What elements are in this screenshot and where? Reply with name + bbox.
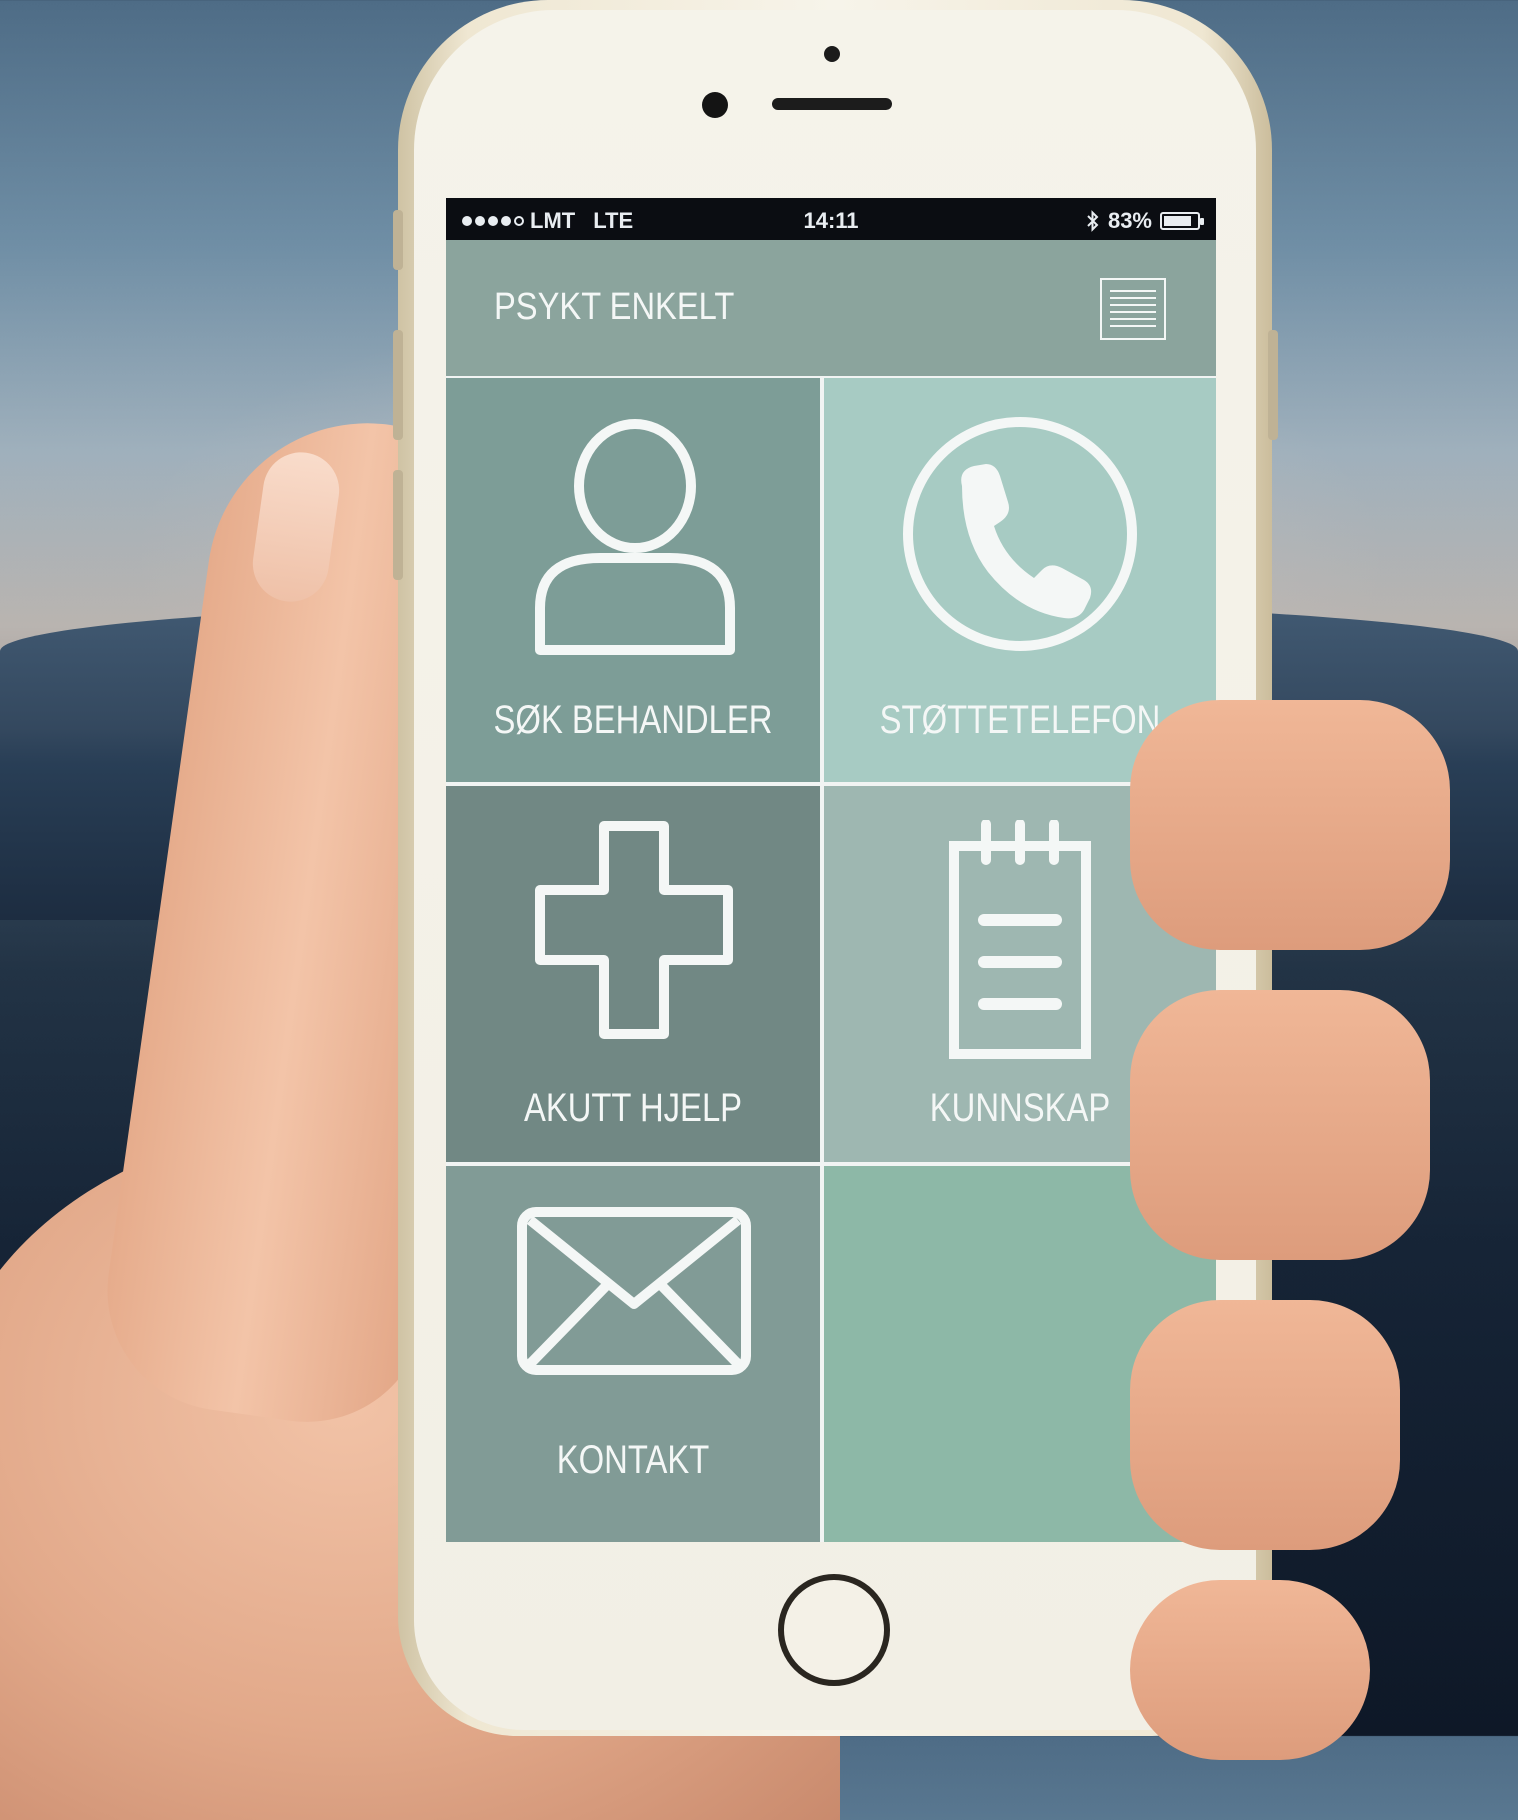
person-icon: [535, 419, 735, 655]
front-camera: [824, 46, 840, 62]
tile-label: AKUTT HJELP: [523, 1086, 743, 1130]
battery-percent: 83%: [1107, 208, 1152, 233]
volume-up-button[interactable]: [393, 330, 403, 440]
envelope-icon: [517, 1207, 751, 1375]
tile-label: STØTTETELEFON: [879, 698, 1161, 742]
finger: [1130, 990, 1430, 1260]
tile-sok-behandler[interactable]: SØK BEHANDLER: [446, 378, 820, 782]
tile-kontakt[interactable]: KONTAKT: [446, 1166, 820, 1542]
earpiece-speaker: [772, 98, 892, 110]
tile-label: KONTAKT: [556, 1438, 710, 1482]
notepad-icon: [949, 820, 1091, 1059]
phone-screen: LMT LTE 14:11 83% PSYKT ENKELT SØK BEHAN…: [446, 198, 1216, 1542]
battery-icon: [1160, 212, 1204, 230]
plus-icon: [535, 821, 733, 1039]
tile-stottetelefon[interactable]: STØTTETELEFON: [824, 378, 1216, 782]
finger: [1130, 700, 1450, 950]
app-header: PSYKT ENKELT: [446, 240, 1216, 376]
bluetooth-icon: [1087, 210, 1099, 232]
phone-icon: [903, 417, 1137, 651]
app-title: PSYKT ENKELT: [494, 286, 735, 328]
status-bar: LMT LTE 14:11 83%: [446, 198, 1216, 240]
finger: [1130, 1300, 1400, 1550]
mute-switch[interactable]: [393, 210, 403, 270]
proximity-sensor: [702, 92, 728, 118]
menu-button[interactable]: [1100, 278, 1166, 340]
power-button[interactable]: [1268, 330, 1278, 440]
tile-label: SØK BEHANDLER: [493, 698, 773, 742]
status-right: 83%: [1086, 208, 1204, 234]
home-button[interactable]: [778, 1574, 890, 1686]
menu-icon: [1110, 290, 1156, 328]
tile-akutt-hjelp[interactable]: AKUTT HJELP: [446, 786, 820, 1162]
volume-down-button[interactable]: [393, 470, 403, 580]
finger: [1130, 1580, 1370, 1760]
